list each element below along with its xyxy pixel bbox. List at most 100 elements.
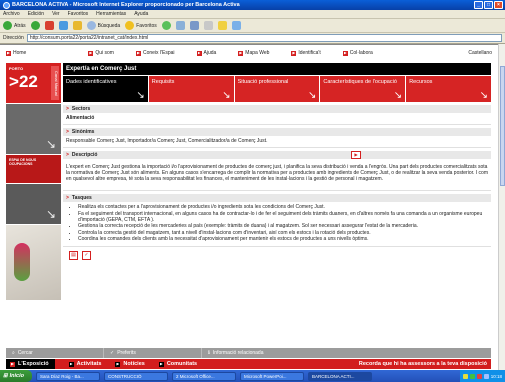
- stop-icon[interactable]: [44, 21, 54, 30]
- taskbar-item[interactable]: 2 Microsoft Office...: [172, 371, 236, 381]
- favorites-tool[interactable]: ✓ Preferits: [104, 348, 202, 358]
- chevron-right-icon: >: [66, 195, 69, 201]
- nav-qui-som[interactable]: Qui som: [88, 50, 114, 56]
- section-body: Alimentació: [63, 113, 491, 125]
- menu-bar: Archivo Edición Ver Favoritos Herramient…: [0, 10, 505, 19]
- language-link[interactable]: Castellano: [468, 50, 492, 56]
- tray-icon[interactable]: [476, 373, 482, 379]
- red-panel[interactable]: ESPAI DE NOUS OCUPACIONS: [6, 155, 61, 183]
- grey-panel: [6, 104, 61, 154]
- history-icon[interactable]: [161, 21, 171, 30]
- arrow-icon: [10, 361, 15, 367]
- nav-ajuda[interactable]: Ajuda: [196, 50, 216, 56]
- section-tasques: >Tasques Realitza els contactes per a l'…: [63, 194, 491, 247]
- section-body: Realitza els contactes per a l'aprovisio…: [63, 202, 491, 247]
- section-header[interactable]: > Descripció ▶: [63, 151, 491, 159]
- edit-icon[interactable]: [203, 21, 213, 30]
- arrow-icon: [238, 50, 244, 56]
- messenger-icon[interactable]: [231, 21, 241, 30]
- porta22-logo[interactable]: PORTO >22 Canal Manual: [6, 63, 61, 103]
- main-content: Expert/a en Comerç Just Dades identifica…: [63, 63, 491, 260]
- list-item: Coordina les comandes dels clients amb l…: [78, 236, 488, 242]
- scrollbar-thumb[interactable]: [500, 66, 505, 186]
- arrow-panel[interactable]: [6, 184, 61, 224]
- tab-caracteristiques[interactable]: Característiques de l'ocupació: [320, 76, 406, 102]
- nav-identificat[interactable]: Identifica't: [291, 50, 321, 56]
- tray-icon[interactable]: [462, 373, 468, 379]
- arrow-icon: [68, 361, 74, 367]
- ie-icon: [3, 1, 10, 9]
- tab-situacio-professional[interactable]: Situació professional: [234, 76, 320, 102]
- check-icon[interactable]: ✓: [82, 250, 91, 260]
- arrow-icon: [342, 50, 348, 56]
- list-item: Fa el seguiment del transport internacio…: [78, 211, 488, 223]
- refresh-icon[interactable]: [58, 21, 68, 30]
- window-titlebar[interactable]: BARCELONA ACTIVA - Microsoft Internet Ex…: [0, 0, 505, 10]
- vertical-scrollbar[interactable]: [498, 44, 505, 370]
- arrow-icon: [158, 361, 164, 367]
- arrow-icon: [6, 50, 11, 56]
- section-header[interactable]: > Sectors: [63, 105, 491, 113]
- taskbar-item[interactable]: Microsoft PowerPoi...: [240, 371, 304, 381]
- nav-home[interactable]: Home: [6, 50, 26, 56]
- print-icon[interactable]: [189, 21, 199, 30]
- folder-icon[interactable]: [217, 21, 227, 30]
- related-info-tool[interactable]: ℹ Informació relacionada: [202, 348, 392, 358]
- section-sinonims: > Sinònims Responsable Comerç Just, Impor…: [63, 128, 491, 148]
- menu-archivo[interactable]: Archivo: [3, 11, 20, 17]
- search-icon: [86, 21, 96, 30]
- minimize-button[interactable]: _: [474, 1, 483, 9]
- nav-coneix-espai[interactable]: Coneix l'Espai: [135, 50, 175, 56]
- menu-edicion[interactable]: Edición: [28, 11, 44, 17]
- taskbar-item[interactable]: Sara Díaz Roig - Ba...: [36, 371, 100, 381]
- assessors-notice[interactable]: Recorda que hi ha assessors a la teva di…: [359, 361, 487, 367]
- menu-ayuda[interactable]: Ayuda: [134, 11, 148, 17]
- menu-ver[interactable]: Ver: [52, 11, 60, 17]
- favorites-button[interactable]: Favoritos: [125, 21, 157, 30]
- search-tool[interactable]: ⌕ Cercar: [6, 348, 104, 358]
- tab-recursos[interactable]: Recursos: [406, 76, 491, 102]
- back-button[interactable]: Atrás: [3, 21, 26, 30]
- list-item: Realitza els contactes per a l'aprovisio…: [78, 204, 488, 210]
- back-arrow-icon: [3, 21, 12, 30]
- pdf-icon[interactable]: ▤: [69, 250, 78, 260]
- section-header[interactable]: > Tasques: [63, 194, 491, 202]
- tray-icon[interactable]: [469, 373, 475, 379]
- start-button[interactable]: ⊞ Inicio: [0, 370, 32, 382]
- section-sectors: > Sectors Alimentació: [63, 105, 491, 125]
- video-icon[interactable]: ▶: [351, 151, 361, 159]
- bottom-tools-bar: ⌕ Cercar ✓ Preferits ℹ Informació relaciona…: [6, 348, 491, 358]
- search-button[interactable]: Búsqueda: [86, 21, 120, 30]
- tray-icon[interactable]: [483, 373, 489, 379]
- close-button[interactable]: ×: [494, 1, 503, 9]
- back-label: Atrás: [14, 22, 26, 29]
- search-icon: ⌕: [12, 350, 15, 356]
- maximize-button[interactable]: □: [484, 1, 493, 9]
- exposicio-link[interactable]: L'Exposició: [6, 359, 55, 369]
- arrow-icon: [115, 361, 121, 367]
- tab-dades-identificatives[interactable]: Dades identificatives: [63, 76, 148, 102]
- tab-requisits[interactable]: Requisits: [148, 76, 234, 102]
- red-footer-bar: L'Exposició Activitats Notícies Comunita…: [6, 359, 491, 369]
- activitats-link[interactable]: Activitats: [68, 361, 101, 367]
- page-title: Expert/a en Comerç Just: [63, 63, 491, 75]
- nav-collabora[interactable]: Col·labora: [342, 50, 373, 56]
- window-title: BARCELONA ACTIVA - Microsoft Internet Ex…: [12, 2, 240, 8]
- windows-logo-icon: ⊞: [3, 373, 8, 379]
- nav-mapa-web[interactable]: Mapa Web: [238, 50, 269, 56]
- comunitats-link[interactable]: Comunitats: [158, 361, 197, 367]
- noticies-link[interactable]: Notícies: [115, 361, 145, 367]
- menu-favoritos[interactable]: Favoritos: [68, 11, 89, 17]
- list-item: Gestiona la correcta recepció de les mer…: [78, 223, 488, 229]
- address-field[interactable]: http://consum.porta22/porta22/intranet_c…: [26, 34, 502, 42]
- section-header[interactable]: > Sinònims: [63, 128, 491, 136]
- web-page: Home Qui som Coneix l'Espai Ajuda Mapa W…: [0, 44, 505, 370]
- home-icon[interactable]: [72, 21, 82, 30]
- mail-icon[interactable]: [175, 21, 185, 30]
- address-label: Dirección: [3, 35, 24, 41]
- forward-arrow-icon[interactable]: [30, 21, 40, 30]
- taskbar-item-active[interactable]: BARCELONA ACTI...: [308, 371, 372, 381]
- menu-herramientas[interactable]: Herramientas: [96, 11, 126, 17]
- section-descripcio: > Descripció ▶ L'expert en Comerç Just ges…: [63, 151, 491, 191]
- taskbar-item[interactable]: CONSTRUCCIÓ: [104, 371, 168, 381]
